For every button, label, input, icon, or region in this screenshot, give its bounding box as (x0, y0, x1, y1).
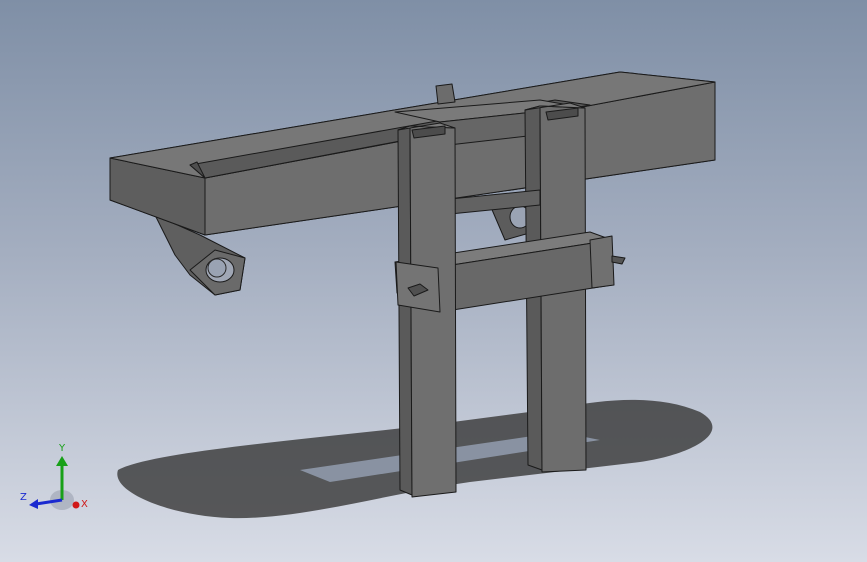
view-orientation-triad[interactable]: Y Z X (18, 440, 98, 520)
y-axis-label: Y (59, 443, 66, 454)
x-axis-marker (72, 501, 80, 509)
x-axis-label: X (81, 499, 88, 510)
z-axis-label: Z (20, 492, 27, 503)
z-axis-arrowhead (29, 499, 38, 509)
top-tab[interactable] (435, 83, 456, 105)
cad-model-view[interactable] (0, 0, 867, 562)
front-clamp-plate[interactable] (395, 261, 441, 313)
y-axis-arrowhead (56, 456, 68, 466)
graphics-viewport[interactable]: Y Z X (0, 0, 867, 562)
